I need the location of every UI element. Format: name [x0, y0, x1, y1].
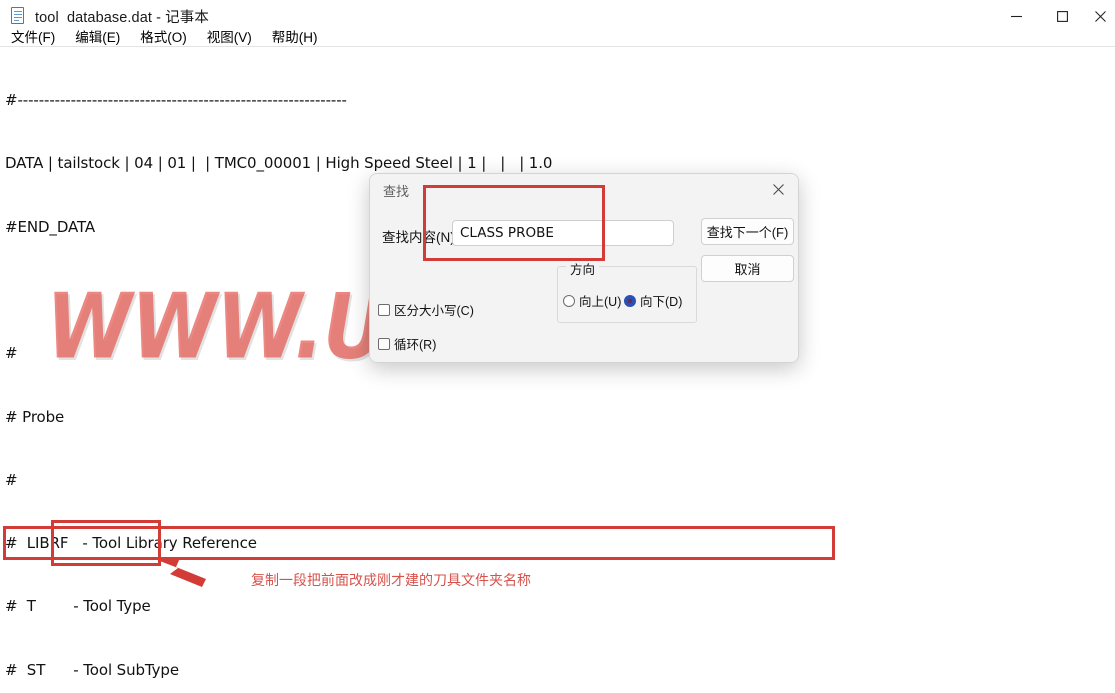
find-dialog-title: 查找	[383, 184, 410, 199]
find-next-button[interactable]: 查找下一个(F)	[701, 218, 794, 245]
annotation-box-find-field	[423, 185, 605, 261]
radio-direction-down[interactable]: 向下(D)	[624, 291, 682, 310]
close-icon[interactable]	[758, 174, 798, 204]
menu-item-file[interactable]: 文件(F)	[2, 24, 64, 48]
editor-lines: #---------------------------------------…	[5, 48, 837, 693]
radio-label: 向下(D)	[640, 295, 683, 309]
editor-line: #	[5, 470, 18, 489]
menu-item-format[interactable]: 格式(O)	[131, 24, 196, 48]
checkbox-icon	[378, 337, 390, 350]
checkbox-match-case[interactable]: 区分大小写(C)	[378, 300, 474, 319]
checkbox-label: 区分大小写(C)	[394, 304, 474, 318]
text-editor-area[interactable]: #---------------------------------------…	[0, 47, 1115, 693]
radio-icon	[563, 294, 575, 307]
arrow-up-left-icon	[152, 558, 206, 587]
editor-line: # Probe	[5, 407, 65, 426]
cancel-button[interactable]: 取消	[701, 255, 794, 282]
menu-item-help[interactable]: 帮助(H)	[263, 24, 327, 48]
checkbox-icon	[378, 303, 390, 316]
checkbox-wrap-around[interactable]: 循环(R)	[378, 334, 436, 353]
notepad-icon	[10, 7, 26, 25]
radio-direction-up[interactable]: 向上(U)	[563, 291, 621, 310]
menu-item-view[interactable]: 视图(V)	[198, 24, 261, 48]
radio-icon-selected	[624, 294, 636, 307]
menu-item-edit[interactable]: 编辑(E)	[66, 24, 129, 48]
editor-line: # ST - Tool SubType	[5, 660, 179, 679]
editor-line: DATA | tailstock | 04 | 01 | | TMC0_0000…	[5, 154, 553, 173]
menubar: 文件(F) 编辑(E) 格式(O) 视图(V) 帮助(H)	[0, 24, 1115, 47]
radio-label: 向上(U)	[579, 295, 622, 309]
annotation-note: 复制一段把前面改成刚才建的刀具文件夹名称	[251, 573, 531, 589]
editor-line: # T - Tool Type	[5, 597, 151, 616]
direction-group-label: 方向	[566, 259, 600, 278]
annotation-box-tool-name	[51, 520, 161, 566]
checkbox-label: 循环(R)	[394, 338, 437, 352]
editor-line: #---------------------------------------…	[5, 91, 347, 110]
